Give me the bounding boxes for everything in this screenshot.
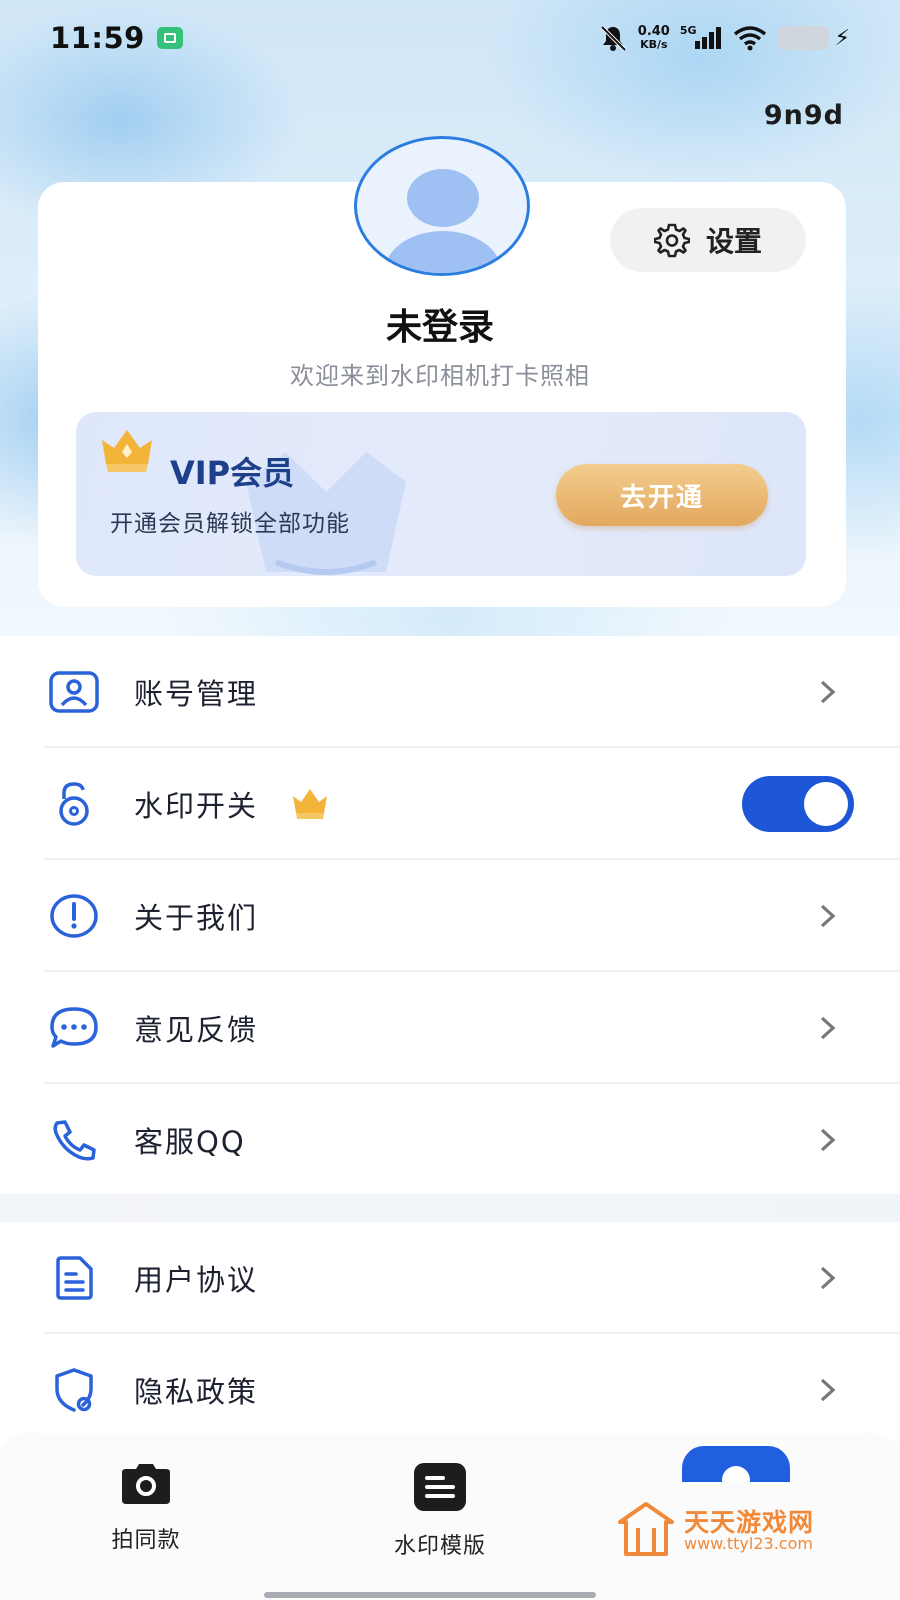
signal-type-label: 5G (679, 23, 697, 37)
chevron-right-icon (820, 680, 836, 704)
chevron-right-icon (820, 904, 836, 928)
profile-tab-icon (722, 1466, 750, 1482)
menu-item-privacy-policy[interactable]: 隐私政策 (0, 1334, 900, 1446)
phone-icon (48, 1114, 100, 1166)
vip-banner[interactable]: VIP会员 开通会员解锁全部功能 去开通 (76, 412, 806, 576)
menu-label-account: 账号管理 (134, 677, 259, 711)
menu-label-about: 关于我们 (134, 901, 259, 935)
unlock-icon (48, 778, 100, 830)
menu-label-customer-service: 客服QQ (134, 1125, 246, 1159)
menu-label-privacy-policy: 隐私政策 (134, 1375, 259, 1409)
section-separator (0, 1194, 900, 1222)
chevron-right-icon (820, 1378, 836, 1402)
avatar-head-shape (407, 169, 479, 227)
menu-item-about[interactable]: 关于我们 (0, 860, 900, 972)
network-speed-value: 0.40 (637, 24, 670, 39)
camera-icon (122, 1464, 170, 1504)
nav-label-watermark-template: 水印模版 (393, 1534, 486, 1559)
chevron-right-icon (820, 1128, 836, 1152)
nav-item-watermark-template[interactable]: 水印模版 (370, 1462, 510, 1560)
watermark-toggle[interactable] (742, 776, 854, 832)
nav-item-shoot-same[interactable]: 拍同款 (76, 1462, 216, 1554)
shield-icon (48, 1364, 100, 1416)
menu-group-main: 账号管理 水印开关 关于我们 意见反馈 客服QQ (0, 636, 900, 1196)
signal-bars-icon (694, 27, 721, 49)
vip-activate-button[interactable]: 去开通 (556, 464, 768, 526)
settings-label: 设置 (705, 225, 762, 258)
status-time: 11:59 (50, 21, 145, 55)
menu-item-customer-service[interactable]: 客服QQ (0, 1084, 900, 1196)
network-speed-unit: KB/s (640, 38, 668, 51)
menu-label-feedback: 意见反馈 (134, 1013, 259, 1047)
template-icon (414, 1463, 466, 1511)
app-notification-icon (156, 27, 183, 49)
avatar[interactable] (354, 136, 530, 276)
site-url: www.ttyl23.com (684, 1534, 813, 1553)
chevron-right-icon (820, 1266, 836, 1290)
gear-icon (653, 223, 690, 258)
status-icons: 0.40 KB/s 5G ⚡ (598, 23, 850, 53)
menu-item-watermark-switch: 水印开关 (0, 748, 900, 860)
document-icon (48, 1252, 100, 1304)
menu-item-feedback[interactable]: 意见反馈 (0, 972, 900, 1084)
menu-label-user-agreement: 用户协议 (134, 1263, 259, 1297)
menu-group-legal: 用户协议 隐私政策 (0, 1222, 900, 1446)
home-indicator (264, 1592, 596, 1598)
vip-title: VIP会员 (170, 454, 295, 492)
chevron-right-icon (820, 1016, 836, 1040)
menu-item-user-agreement[interactable]: 用户协议 (0, 1222, 900, 1334)
user-code: 9n9d (763, 100, 844, 131)
vip-subtitle: 开通会员解锁全部功能 (110, 511, 350, 537)
info-icon (48, 890, 100, 942)
welcome-text: 欢迎来到水印相机打卡照相 (290, 362, 590, 390)
crown-icon (293, 789, 327, 819)
wifi-icon (733, 26, 766, 51)
crown-icon (102, 430, 152, 472)
menu-item-account[interactable]: 账号管理 (0, 636, 900, 748)
user-name[interactable]: 未登录 (0, 298, 880, 350)
account-icon (48, 666, 100, 718)
battery-icon (776, 26, 829, 50)
toggle-knob (804, 782, 848, 826)
nav-item-mine-active[interactable] (682, 1446, 790, 1482)
charging-icon: ⚡ (834, 25, 850, 51)
nav-label-shoot-same: 拍同款 (111, 1528, 181, 1553)
avatar-body-shape (385, 231, 501, 273)
menu-label-watermark-switch: 水印开关 (134, 789, 259, 823)
status-bar: 11:59 0.40 KB/s 5G ⚡ (0, 0, 900, 76)
mute-bell-icon (600, 25, 627, 52)
chat-icon (48, 1002, 100, 1054)
network-speed: 0.40 KB/s (638, 25, 670, 51)
settings-button[interactable]: 设置 (610, 208, 806, 272)
